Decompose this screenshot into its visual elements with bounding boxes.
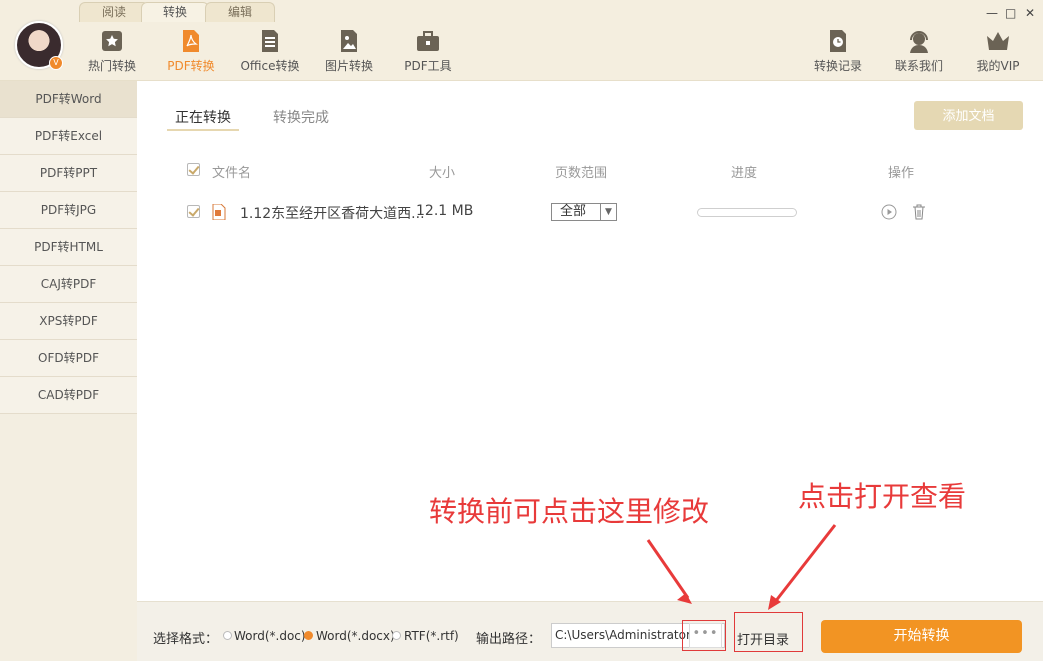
nav-label: PDF转换 (167, 59, 215, 73)
add-document-button[interactable]: 添加文档 (914, 101, 1023, 130)
sidebar-item-pdf-word[interactable]: PDF转Word (0, 81, 137, 118)
tab-completed[interactable]: 转换完成 (273, 107, 329, 127)
row-filename: 1.12东至经开区香荷大道西... (240, 206, 425, 222)
tab-convert[interactable]: 转换 (141, 2, 209, 22)
sidebar-item-pdf-html[interactable]: PDF转HTML (0, 229, 137, 266)
annotation-arrows (646, 524, 837, 610)
radio-docx[interactable] (304, 631, 313, 640)
nav-pdf-convert[interactable]: PDF转换 (167, 28, 215, 74)
radio-docx-label: Word(*.docx) (316, 629, 395, 643)
arrow-right-icon (768, 524, 837, 610)
trash-icon[interactable] (911, 204, 927, 220)
sidebar: PDF转Word PDF转Excel PDF转PPT PDF转JPG PDF转H… (0, 81, 137, 661)
page-range-value: 全部 (560, 204, 587, 219)
clock-icon (830, 30, 846, 52)
annotation-right: 点击打开查看 (798, 480, 967, 513)
tab-underline (167, 129, 239, 131)
maximize-button[interactable]: □ (1005, 6, 1016, 20)
radio-rtf[interactable] (392, 631, 401, 640)
nav-label: PDF工具 (404, 59, 452, 73)
header-progress: 进度 (731, 166, 758, 181)
nav-pdf-tools[interactable]: PDF工具 (404, 28, 452, 74)
sidebar-item-pdf-excel[interactable]: PDF转Excel (0, 118, 137, 155)
nav-label: 热门转换 (88, 59, 137, 73)
tab-read[interactable]: 阅读 (79, 2, 149, 22)
image-icon (341, 30, 357, 52)
nav-label: 图片转换 (324, 59, 373, 73)
page-range-select[interactable]: 全部 ▼ (551, 203, 617, 221)
play-icon[interactable] (881, 204, 897, 220)
sidebar-item-caj-pdf[interactable]: CAJ转PDF (0, 266, 137, 303)
sidebar-item-xps-pdf[interactable]: XPS转PDF (0, 303, 137, 340)
radio-doc-label: Word(*.doc) (234, 629, 306, 643)
highlight-box-open-dir (734, 612, 803, 652)
header-page-range: 页数范围 (555, 166, 608, 181)
header-filename: 文件名 (212, 166, 252, 181)
nav-label: 转换记录 (813, 59, 862, 73)
nav-label: 联系我们 (894, 59, 943, 73)
crown-icon (987, 32, 1009, 50)
nav-history[interactable]: 转换记录 (812, 28, 864, 74)
chevron-down-icon: ▼ (600, 204, 616, 220)
app-window: 阅读 转换 编辑 V 热门转换 PDF转换 Office转换 图片转换 PDF工… (0, 0, 1043, 661)
row-size: 12.1 MB (416, 203, 474, 219)
nav-label: Office转换 (240, 59, 300, 73)
annotation-left: 转换前可点击这里修改 (429, 495, 710, 528)
pdf-file-icon (212, 204, 226, 220)
top-bar: 阅读 转换 编辑 V 热门转换 PDF转换 Office转换 图片转换 PDF工… (0, 0, 1043, 81)
radio-doc[interactable] (223, 631, 232, 640)
path-label: 输出路径： (476, 632, 542, 647)
tab-edit[interactable]: 编辑 (205, 2, 275, 22)
nav-vip[interactable]: 我的VIP (974, 28, 1022, 74)
minimize-button[interactable]: — (986, 6, 998, 20)
row-checkbox[interactable] (187, 205, 200, 218)
sidebar-item-pdf-jpg[interactable]: PDF转JPG (0, 192, 137, 229)
headset-icon (910, 31, 928, 53)
highlight-box-browse (682, 620, 726, 651)
sidebar-item-ofd-pdf[interactable]: OFD转PDF (0, 340, 137, 377)
nav-hot-convert[interactable]: 热门转换 (88, 28, 136, 74)
toolbox-icon (417, 31, 439, 51)
vip-badge: V (49, 56, 63, 70)
sidebar-item-pdf-ppt[interactable]: PDF转PPT (0, 155, 137, 192)
radio-rtf-label: RTF(*.rtf) (404, 629, 459, 643)
bottom-bar: 选择格式： Word(*.doc) Word(*.docx) RTF(*.rtf… (137, 601, 1043, 661)
close-button[interactable]: ✕ (1025, 6, 1035, 20)
progress-bar (697, 208, 797, 217)
header-actions: 操作 (888, 166, 915, 181)
format-label: 选择格式： (153, 632, 219, 647)
header-size: 大小 (429, 166, 456, 181)
star-icon (102, 31, 122, 51)
start-convert-button[interactable]: 开始转换 (821, 620, 1022, 653)
select-all-checkbox[interactable] (187, 163, 200, 176)
nav-label: 我的VIP (976, 59, 1020, 73)
arrow-left-icon (646, 539, 692, 604)
document-icon (262, 30, 278, 52)
nav-contact[interactable]: 联系我们 (893, 28, 945, 74)
tab-converting[interactable]: 正在转换 (175, 107, 231, 127)
pdf-icon (183, 30, 199, 52)
sidebar-item-cad-pdf[interactable]: CAD转PDF (0, 377, 137, 414)
nav-image-convert[interactable]: 图片转换 (324, 28, 374, 74)
nav-office-convert[interactable]: Office转换 (240, 28, 300, 74)
